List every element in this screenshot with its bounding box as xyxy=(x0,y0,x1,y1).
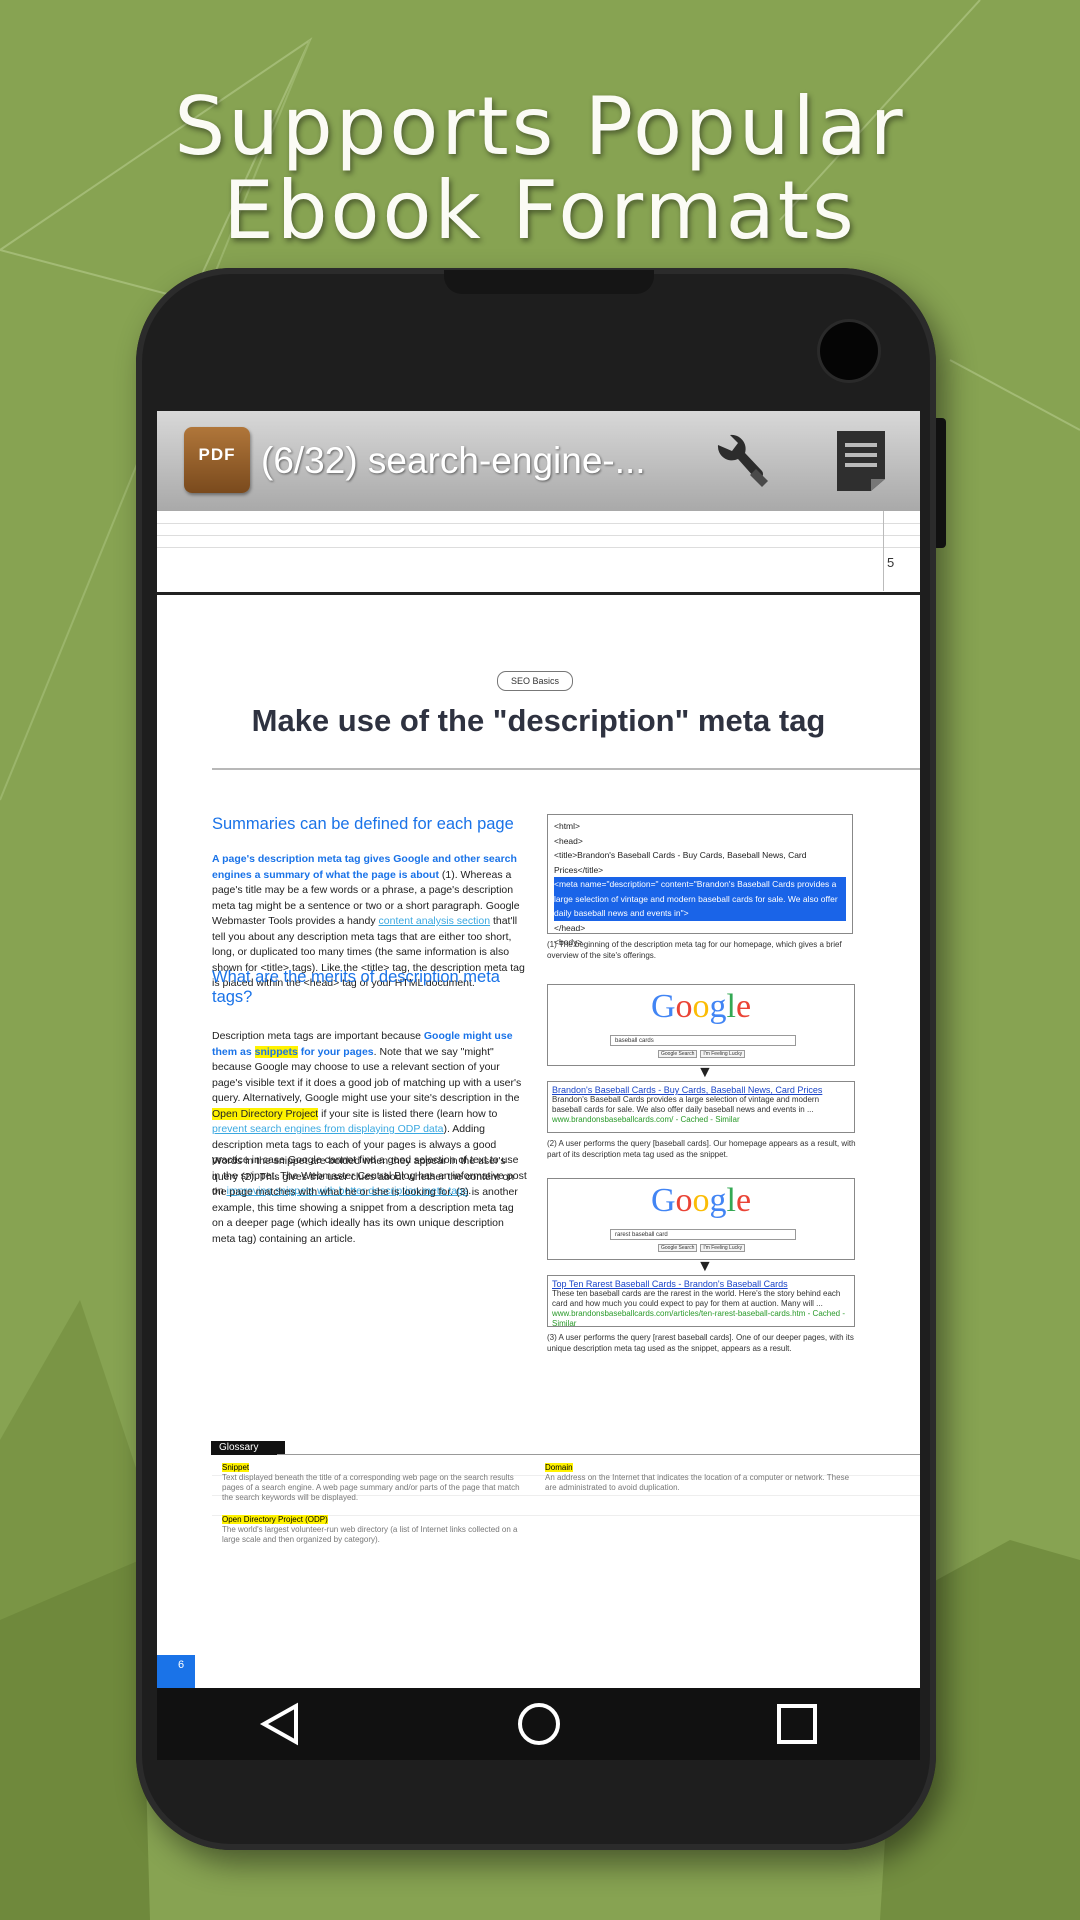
term-title: Open Directory Project (ODP) xyxy=(222,1515,328,1524)
result-snippet: These ten baseball cards are the rarest … xyxy=(552,1289,841,1308)
down-arrow-icon: ▼ xyxy=(697,1258,713,1275)
table-rule xyxy=(157,547,920,548)
document-title: (6/32) search-engine-... xyxy=(261,440,646,481)
prevent-odp-link[interactable]: prevent search engines from displaying O… xyxy=(212,1123,444,1135)
home-icon[interactable] xyxy=(503,1688,575,1760)
phone-speaker xyxy=(444,270,654,294)
section2-text: if your site is listed there (learn how … xyxy=(318,1107,498,1120)
app-toolbar: PDF (6/32) search-engine-... xyxy=(157,411,920,512)
result-title: Top Ten Rarest Baseball Cards - Brandon'… xyxy=(552,1279,788,1289)
lucky-button: I'm Feeling Lucky xyxy=(700,1050,746,1058)
glossary-label: Glossary xyxy=(211,1441,285,1455)
phone-side-button xyxy=(936,418,946,548)
glossary-term-odp: Open Directory Project (ODP) The world's… xyxy=(222,1515,532,1545)
headline-line-2: Ebook Formats xyxy=(223,164,857,257)
search-query: baseball cards xyxy=(610,1035,796,1046)
google-search-button: Google Search xyxy=(658,1050,698,1058)
section2-text: Description meta tags are important beca… xyxy=(212,1030,424,1042)
front-camera xyxy=(820,322,878,380)
google-logo: Google xyxy=(548,987,854,1027)
logo-letter: l xyxy=(726,1182,736,1219)
section2-heading: What are the merits of description meta … xyxy=(212,968,500,1006)
headline-line-1: Supports Popular xyxy=(174,80,906,173)
table-rule xyxy=(157,535,920,536)
pdf-app-icon[interactable]: PDF xyxy=(184,427,250,493)
seo-basics-badge: SEO Basics xyxy=(497,671,573,691)
wrench-icon[interactable] xyxy=(710,431,770,491)
term-definition: Text displayed beneath the title of a co… xyxy=(222,1473,520,1502)
page-title: Make use of the "description" meta tag xyxy=(251,703,826,738)
result-url: www.brandonsbaseballcards.com/articles/t… xyxy=(552,1309,846,1328)
search-query: rarest baseball card xyxy=(610,1229,796,1240)
google-search-box: Google baseball cards Google Search I'm F… xyxy=(547,984,855,1066)
term-title: Domain xyxy=(545,1463,573,1472)
glossary-term-snippet: Snippet Text displayed beneath the title… xyxy=(222,1463,532,1503)
figure3-caption: (3) A user performs the query [rarest ba… xyxy=(547,1333,854,1353)
lucky-button: I'm Feeling Lucky xyxy=(700,1244,746,1252)
snippets-highlight: snippets xyxy=(254,1045,298,1058)
search-buttons: Google Search I'm Feeling Lucky xyxy=(658,1050,748,1058)
result-url: www.brandonsbaseballcards.com/ - Cached … xyxy=(552,1115,740,1124)
code-line: <title>Brandon's Baseball Cards - Buy Ca… xyxy=(554,850,807,875)
title-rule xyxy=(212,768,920,770)
back-icon[interactable] xyxy=(244,1688,316,1760)
document-icon[interactable] xyxy=(833,429,889,493)
code-example: <html> <head> <title>Brandon's Baseball … xyxy=(547,814,853,947)
google-search-button: Google Search xyxy=(658,1244,698,1252)
result-snippet: Brandon's Baseball Cards provides a larg… xyxy=(552,1095,820,1114)
section1-heading: Summaries can be defined for each page xyxy=(212,815,514,833)
google-logo: Google xyxy=(548,1181,854,1221)
page-number: 6 xyxy=(178,1659,185,1671)
recents-icon[interactable] xyxy=(761,1688,833,1760)
selected-code: <meta name="description=" content="Brand… xyxy=(554,877,846,921)
search-buttons: Google Search I'm Feeling Lucky xyxy=(658,1244,748,1252)
previous-page-fragment: 5 xyxy=(157,511,920,591)
promo-headline: Supports Popular Ebook Formats xyxy=(0,85,1080,253)
logo-letter: G xyxy=(650,1182,676,1219)
section3-paragraph: Words in the snippet are bolded when the… xyxy=(212,1155,518,1245)
glossary-rule xyxy=(277,1454,920,1455)
document-page[interactable]: SEO Basics Make use of the "description"… xyxy=(157,595,920,1688)
logo-letter: g xyxy=(709,1182,727,1219)
logo-letter: l xyxy=(726,988,736,1025)
term-title: Snippet xyxy=(222,1463,250,1472)
previous-row-number: 5 xyxy=(887,555,895,570)
code-line: </head> xyxy=(554,922,586,933)
logo-letter: e xyxy=(735,988,752,1025)
term-definition: The world's largest volunteer-run web di… xyxy=(222,1525,518,1544)
logo-letter: g xyxy=(709,988,727,1025)
glossary-term-domain: Domain An address on the Internet that i… xyxy=(545,1463,855,1493)
term-definition: An address on the Internet that indicate… xyxy=(545,1473,850,1492)
search-result: Top Ten Rarest Baseball Cards - Brandon'… xyxy=(547,1275,855,1328)
logo-letter: o xyxy=(675,1182,693,1219)
content-analysis-link[interactable]: content analysis section xyxy=(379,915,490,927)
logo-letter: o xyxy=(675,988,693,1025)
page-number-tab: 6 xyxy=(157,1655,195,1688)
odp-highlight: Open Directory Project xyxy=(212,1107,319,1120)
figure1-caption: (1) The beginning of the description met… xyxy=(547,940,842,960)
phone-screen: PDF (6/32) search-engine-... 5 SEO Basic… xyxy=(157,411,920,1688)
table-rule xyxy=(157,523,920,524)
logo-letter: G xyxy=(650,988,676,1025)
logo-letter: o xyxy=(692,988,710,1025)
android-navigation-bar xyxy=(157,1688,920,1760)
table-divider xyxy=(883,511,884,591)
app-icon-label: PDF xyxy=(198,445,236,464)
section2-bold: for your pages xyxy=(297,1045,374,1058)
figure2-caption: (2) A user performs the query [baseball … xyxy=(547,1139,856,1159)
logo-letter: e xyxy=(735,1182,752,1219)
logo-letter: o xyxy=(692,1182,710,1219)
search-result: Brandon's Baseball Cards - Buy Cards, Ba… xyxy=(547,1081,855,1133)
google-search-box: Google rarest baseball card Google Searc… xyxy=(547,1178,855,1260)
down-arrow-icon: ▼ xyxy=(697,1064,713,1081)
result-title: Brandon's Baseball Cards - Buy Cards, Ba… xyxy=(552,1085,823,1095)
code-line: <head> xyxy=(554,835,583,846)
code-line: <html> xyxy=(554,821,580,831)
